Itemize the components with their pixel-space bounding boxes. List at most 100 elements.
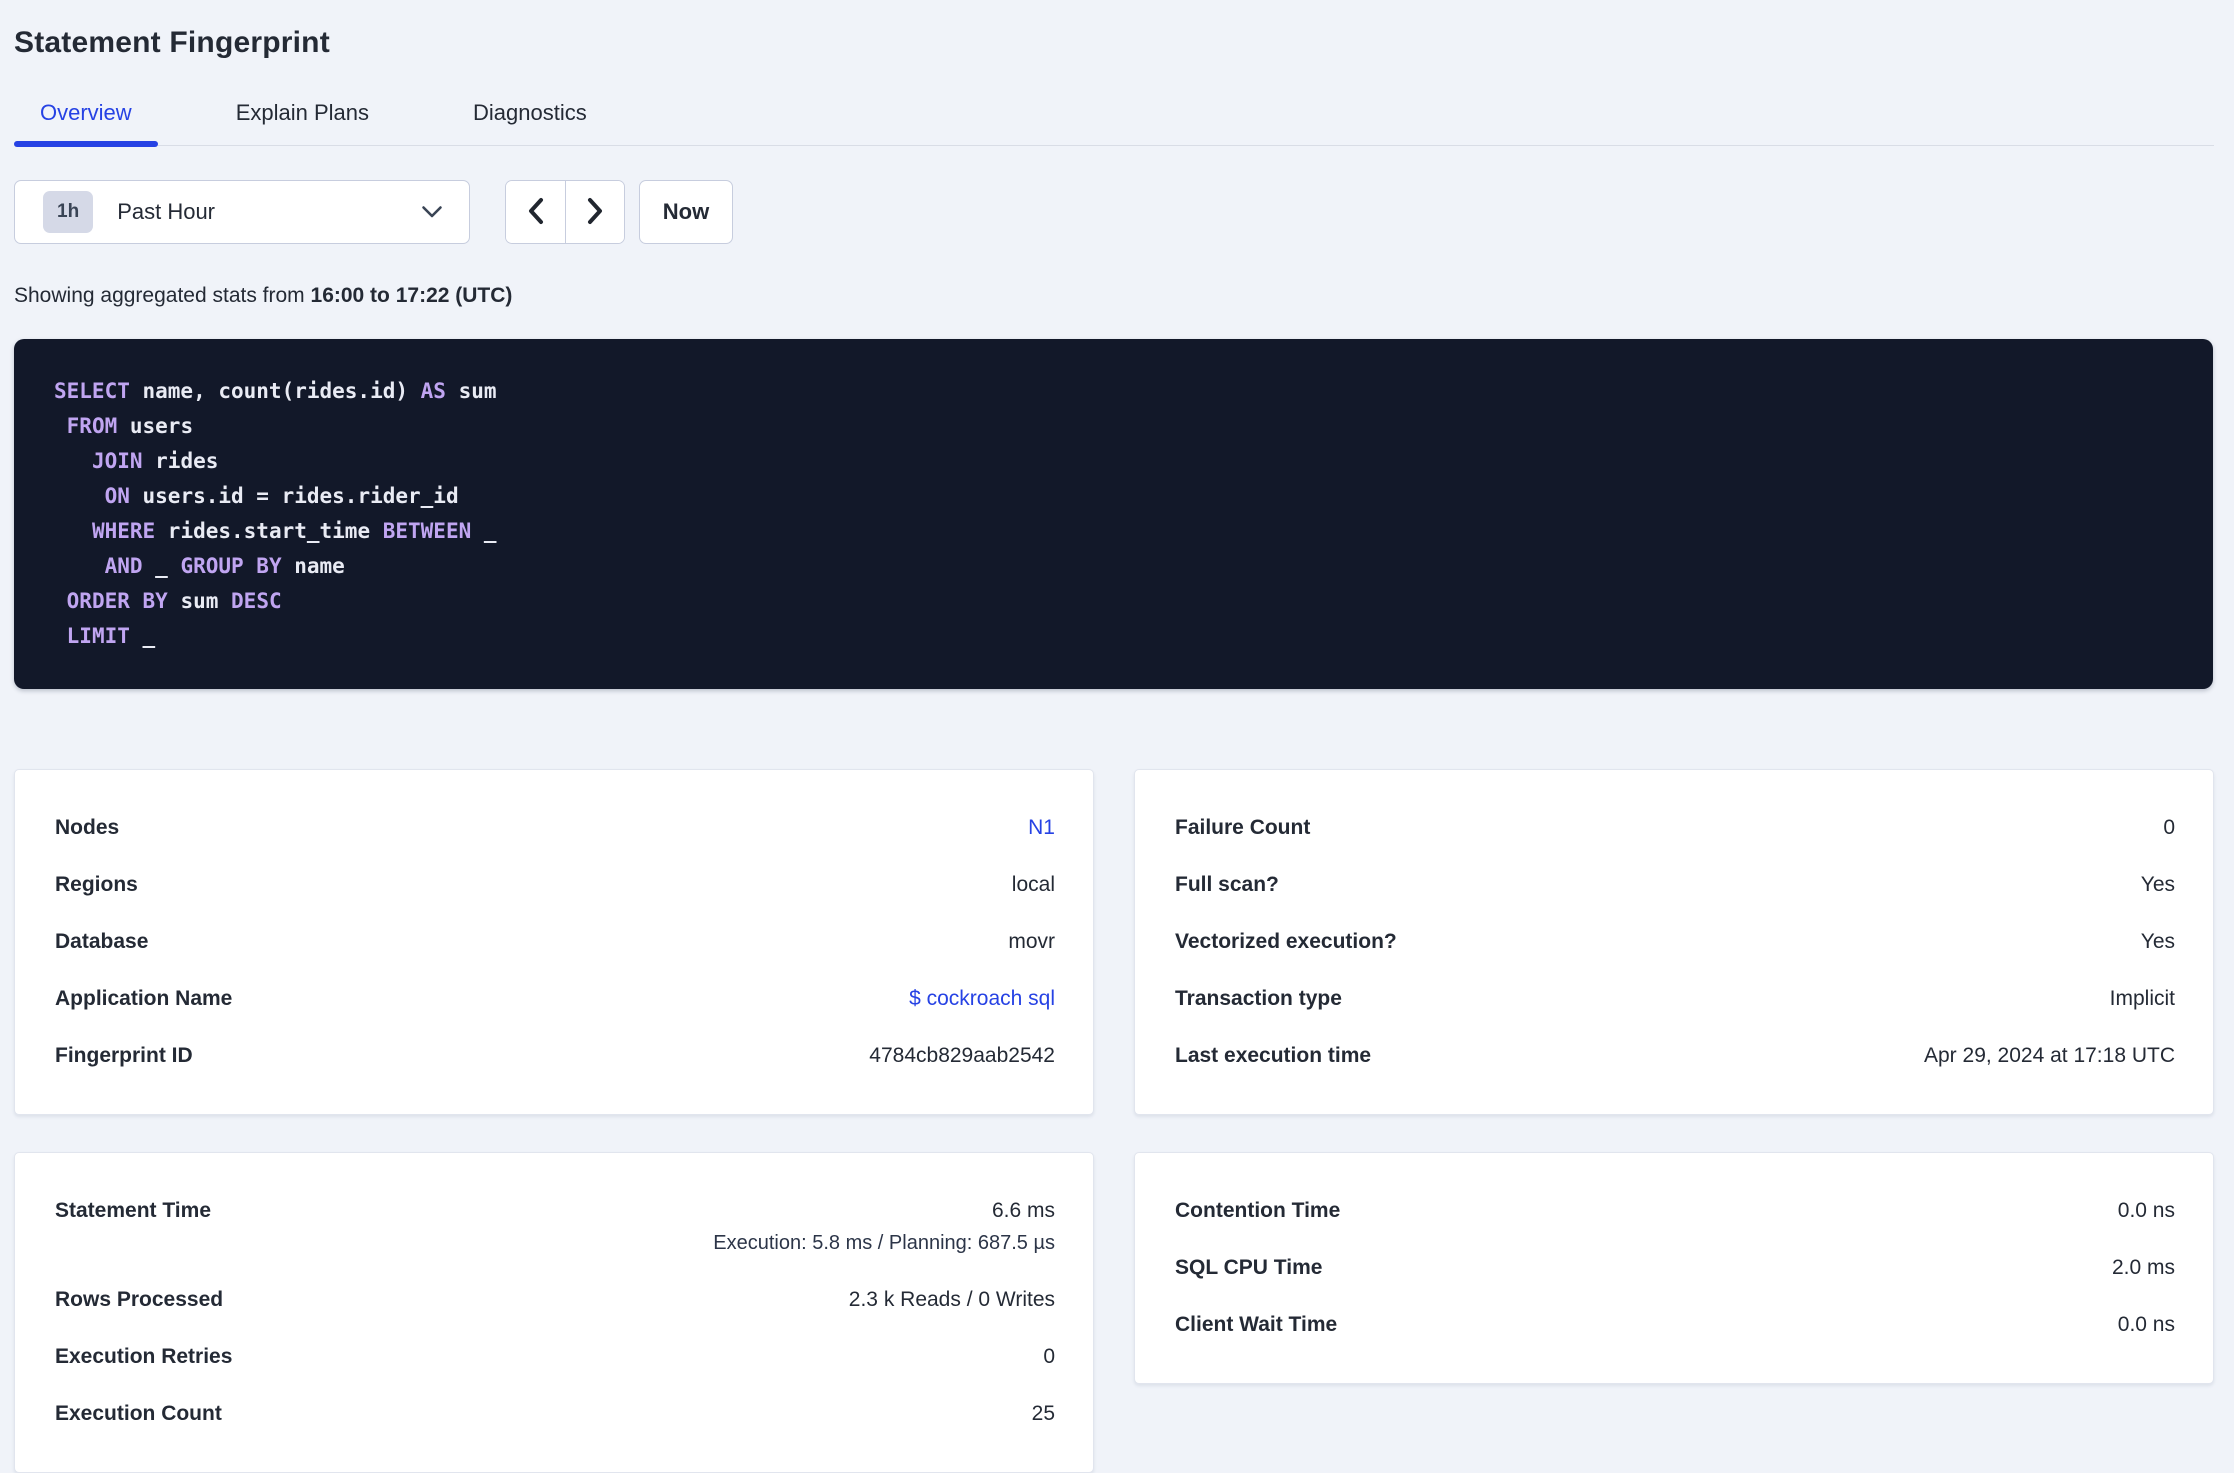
sql-keyword: WHERE [91,519,156,543]
stat-value-wrap: 25 [1032,1402,1055,1426]
sql-keyword: JOIN [91,449,143,473]
stat-value-wrap: Yes [2141,930,2175,954]
stat-label: Rows Processed [55,1288,224,1311]
stat-value-wrap: movr [1008,930,1055,954]
time-range-dropdown[interactable]: 1h Past Hour [14,180,470,244]
tab-diagnostics[interactable]: Diagnostics [447,100,613,145]
stat-label: Contention Time [1175,1199,1341,1222]
stat-value: 2.0 ms [2111,1256,2175,1279]
stat-row: Regions local [55,873,1055,897]
stat-row: Rows Processed 2.3 k Reads / 0 Writes [55,1288,1055,1312]
stat-label: Client Wait Time [1175,1313,1338,1336]
time-pager [505,180,625,244]
stat-label: Fingerprint ID [55,1044,193,1067]
stat-value: Apr 29, 2024 at 17:18 UTC [1924,1044,2175,1067]
stat-label: Execution Count [55,1402,222,1425]
sql-text: name, count(rides.id) [129,379,421,403]
sql-line: LIMIT _ [54,619,2173,654]
stats-card-grid: Nodes N1 Regions local Database movr Applicati… [14,769,2214,1473]
stat-value-wrap: 0 [2163,816,2175,840]
sql-line: AND _ GROUP BY name [54,549,2173,584]
sql-text: name [281,554,345,578]
previous-time-button[interactable] [506,181,565,243]
stat-row: Failure Count 0 [1175,816,2175,840]
stat-value: 2.3 k Reads / 0 Writes [848,1288,1055,1311]
tab-explain-plans[interactable]: Explain Plans [210,100,395,145]
stat-row: Execution Count 25 [55,1402,1055,1426]
chevron-right-icon [587,197,604,228]
sql-statement-box: SELECT name, count(rides.id) AS sum FROM… [14,339,2213,689]
chevron-left-icon [527,197,544,228]
caption-time-range: 16:00 to 17:22 (UTC) [310,284,513,307]
stat-label: Full scan? [1175,873,1279,896]
stat-label: Database [55,930,149,953]
stat-value: 25 [1031,1402,1055,1425]
chevron-down-icon [421,205,443,219]
stat-value-wrap: $ cockroach sql [909,987,1055,1011]
sql-text: _ [471,519,497,543]
stat-value: 0.0 ns [2117,1199,2175,1222]
stat-value-wrap: Implicit [2110,987,2175,1011]
stat-value: 0.0 ns [2117,1313,2175,1336]
sql-keyword: AS [420,379,446,403]
statement-fingerprint-page: Statement Fingerprint Overview Explain P… [0,0,2234,1473]
sql-text: users.id = rides.rider_id [129,484,459,508]
wait-times-card: Contention Time 0.0 ns SQL CPU Time 2.0 ms C… [1134,1152,2214,1384]
stat-row: Statement Time 6.6 ms Execution: 5.8 ms / … [55,1199,1055,1255]
stat-label: Transaction type [1175,987,1342,1010]
sql-keyword: SELECT [54,379,130,403]
stat-row: Client Wait Time 0.0 ns [1175,1313,2175,1337]
stat-value-link[interactable]: N1 [1028,816,1055,839]
sql-keyword: FROM [66,414,118,438]
stat-value-link[interactable]: $ cockroach sql [909,987,1055,1010]
stat-value-wrap: 2.0 ms [2112,1256,2175,1280]
sql-text: rides.start_time [155,519,383,543]
stat-row: Vectorized execution? Yes [1175,930,2175,954]
stat-label: Application Name [55,987,233,1010]
sql-keyword: GROUP BY [180,554,282,578]
sql-line: WHERE rides.start_time BETWEEN _ [54,514,2173,549]
stat-label: SQL CPU Time [1175,1256,1323,1279]
statement-details-card: Nodes N1 Regions local Database movr Applicati… [14,769,1094,1115]
sql-line: ORDER BY sum DESC [54,584,2173,619]
stat-row: Full scan? Yes [1175,873,2175,897]
stat-value-wrap: 0.0 ns [2118,1313,2175,1337]
caption-prefix: Showing aggregated stats from [14,284,311,307]
stat-row: Last execution time Apr 29, 2024 at 17:18… [1175,1044,2175,1068]
stat-value: 6.6 ms [991,1199,1055,1222]
stat-row: Execution Retries 0 [55,1345,1055,1369]
sql-line: SELECT name, count(rides.id) AS sum [54,374,2173,409]
stat-value-wrap: 0 [1043,1345,1055,1369]
statement-timings-card: Statement Time 6.6 ms Execution: 5.8 ms / … [14,1152,1094,1473]
stat-label: Execution Retries [55,1345,233,1368]
sql-text: users [117,414,194,438]
stat-value: Yes [2140,930,2175,953]
stat-label: Nodes [55,816,120,839]
sql-keyword: DESC [231,589,282,613]
stat-value-wrap: 0.0 ns [2118,1199,2175,1223]
stat-value: 0 [1043,1345,1055,1368]
time-picker-row: 1h Past Hour Now [14,180,2214,244]
next-time-button[interactable] [565,181,624,243]
sql-keyword: ON [104,484,130,508]
tab-overview[interactable]: Overview [14,100,158,147]
execution-attributes-card: Failure Count 0 Full scan? Yes Vectorized ex… [1134,769,2214,1115]
stat-value-wrap: Apr 29, 2024 at 17:18 UTC [1924,1044,2175,1068]
stat-value: 4784cb829aab2542 [869,1044,1055,1067]
stat-label: Regions [55,873,138,896]
stat-row: Contention Time 0.0 ns [1175,1199,2175,1223]
sql-text: rides [142,449,219,473]
stat-value: movr [1008,930,1055,953]
stat-value-wrap: N1 [1028,816,1055,840]
stat-value-wrap: 4784cb829aab2542 [869,1044,1055,1068]
stat-value-wrap: local [1012,873,1055,897]
stat-row: SQL CPU Time 2.0 ms [1175,1256,2175,1280]
now-button[interactable]: Now [639,180,733,244]
sql-text: sum [445,379,497,403]
stat-row: Transaction type Implicit [1175,987,2175,1011]
sql-keyword: AND [104,554,143,578]
